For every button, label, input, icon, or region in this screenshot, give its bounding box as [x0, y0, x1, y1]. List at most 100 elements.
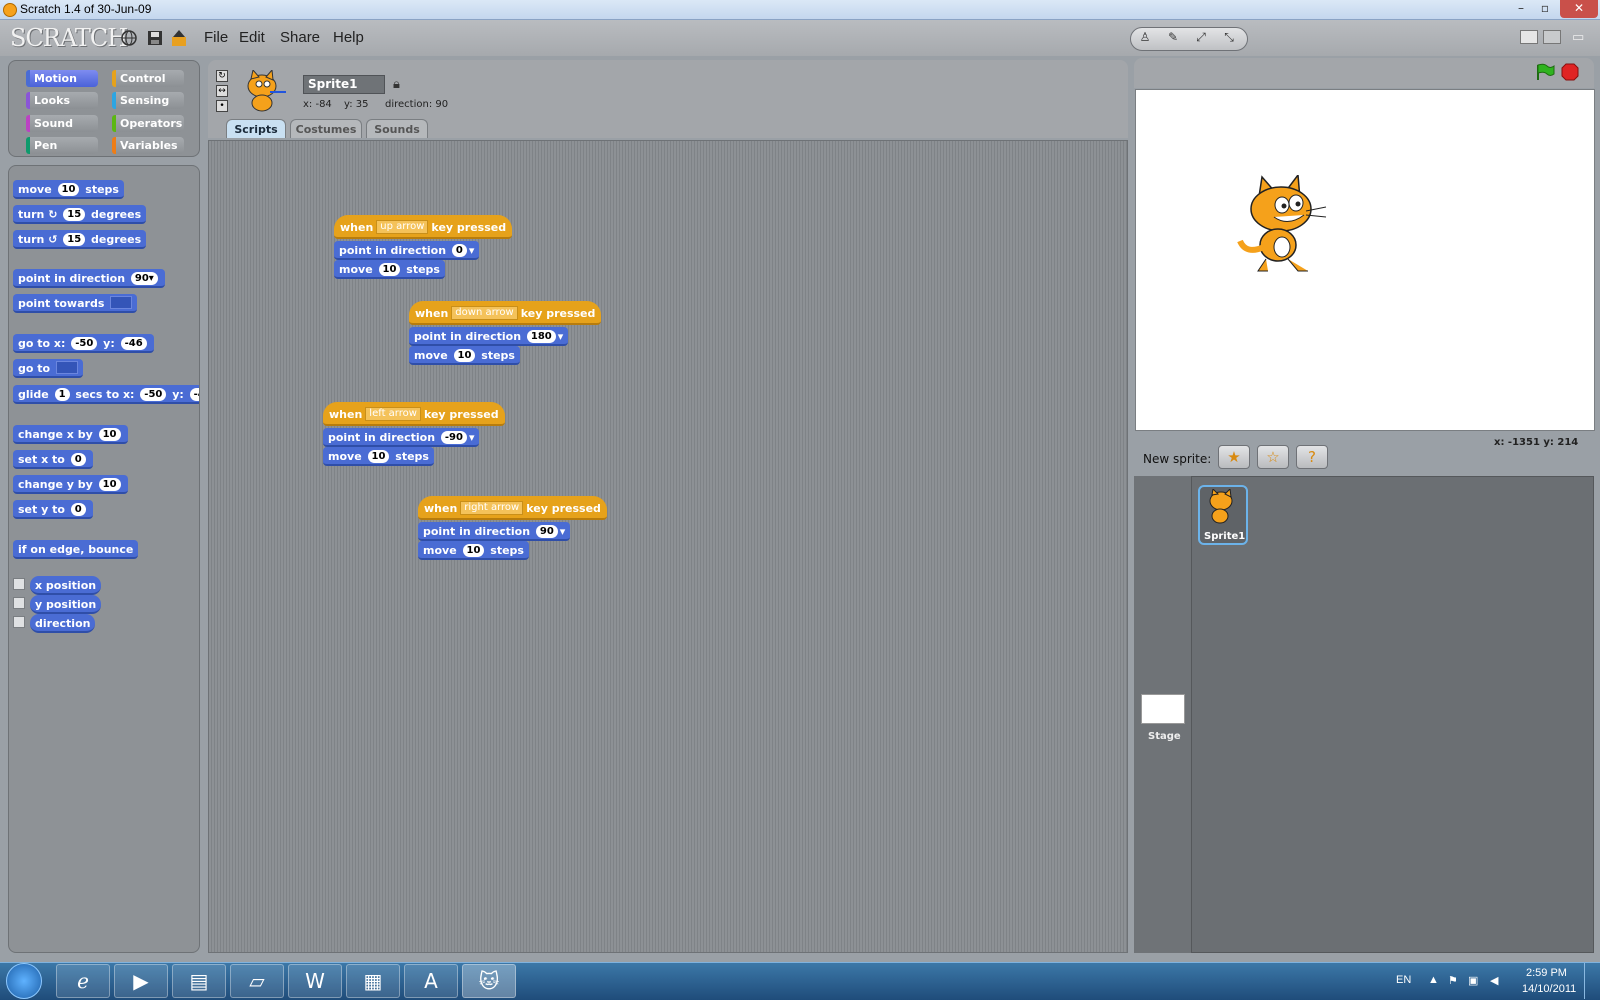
acrobat-icon[interactable]: A	[404, 964, 458, 998]
scripts-area[interactable]: when up arrow key pressed point in directi…	[208, 140, 1128, 953]
category-looks[interactable]: Looks	[26, 92, 98, 109]
internet-explorer-icon[interactable]: ℯ	[56, 964, 110, 998]
direction-checkbox[interactable]	[13, 616, 25, 628]
block-set-x[interactable]: set x to 0	[13, 450, 93, 469]
x-position-checkbox[interactable]	[13, 578, 25, 590]
block-move-10-steps[interactable]: move 10 steps	[334, 260, 445, 279]
scanner-app-icon[interactable]: ▦	[346, 964, 400, 998]
sticky-notes-icon[interactable]: ▱	[230, 964, 284, 998]
volume-icon[interactable]: ◀	[1490, 974, 1498, 987]
word-icon[interactable]: W	[288, 964, 342, 998]
category-sound[interactable]: Sound	[26, 115, 98, 132]
block-palette: move 10 steps turn ↻ 15 degrees turn ↺ 1…	[8, 165, 200, 953]
stop-sign-icon[interactable]	[1561, 63, 1579, 85]
sprite-cat[interactable]	[1236, 172, 1336, 279]
block-turn-counterclockwise[interactable]: turn ↺ 15 degrees	[13, 230, 147, 249]
category-variables[interactable]: Variables	[112, 137, 184, 154]
block-point-towards[interactable]: point towards	[13, 294, 138, 313]
category-sensing[interactable]: Sensing	[112, 92, 184, 109]
block-change-x[interactable]: change x by 10	[13, 425, 128, 444]
hat-when-left-arrow[interactable]: when left arrow key pressed	[323, 402, 505, 426]
tray-arrow-icon[interactable]: ▲	[1428, 974, 1439, 986]
wrench-icon[interactable]: ✎	[1163, 30, 1183, 48]
sprite-name-field[interactable]: Sprite1	[303, 75, 385, 94]
category-control[interactable]: Control	[112, 70, 184, 87]
scratch-taskbar-icon[interactable]: 🐱︎	[462, 964, 516, 998]
normal-stage-layout-icon[interactable]	[1543, 30, 1561, 44]
choose-sprite-from-file-button[interactable]: ☆	[1257, 445, 1289, 469]
block-glide[interactable]: glide 1 secs to x: -50 y: -46	[13, 385, 199, 404]
block-point-in-direction-neg90[interactable]: point in direction -90 ▾	[323, 428, 480, 447]
reporter-direction[interactable]: direction	[30, 614, 96, 633]
presentation-mode-icon[interactable]: ▭	[1572, 30, 1584, 45]
tab-sounds[interactable]: Sounds	[366, 119, 428, 138]
block-turn-clockwise[interactable]: turn ↻ 15 degrees	[13, 205, 147, 224]
block-move-10-steps[interactable]: move 10 steps	[418, 541, 529, 560]
paint-star-icon: ★	[1227, 448, 1241, 466]
stage-canvas[interactable]	[1135, 89, 1595, 431]
shrink-icon[interactable]: ⤡	[1219, 30, 1239, 48]
tab-costumes[interactable]: Costumes	[290, 119, 362, 138]
language-indicator[interactable]: EN	[1396, 974, 1411, 986]
rotate-style-full-icon[interactable]: ↻	[216, 70, 228, 82]
sprite-list	[1134, 476, 1594, 953]
paint-new-sprite-button[interactable]: ★	[1218, 445, 1250, 469]
menu-file[interactable]: File	[204, 29, 228, 46]
category-pen[interactable]: Pen	[26, 137, 98, 154]
start-button[interactable]	[6, 963, 42, 999]
mouse-coordinates: x: -1351 y: 214	[1494, 437, 1579, 448]
sprite-thumb-label: Sprite1	[1204, 531, 1246, 542]
category-panel: Motion Control Looks Sensing Sound Opera…	[8, 60, 200, 157]
reporter-x-position[interactable]: x position	[30, 576, 102, 595]
block-go-to[interactable]: go to	[13, 359, 83, 378]
block-set-y[interactable]: set y to 0	[13, 500, 93, 519]
person-icon[interactable]: ♙	[1135, 30, 1155, 48]
network-icon[interactable]: ▣	[1468, 974, 1478, 987]
share-upload-icon[interactable]	[170, 29, 188, 47]
block-move-10-steps[interactable]: move 10 steps	[409, 346, 520, 365]
sprite-y-readout: y: 35	[344, 99, 369, 110]
menu-help[interactable]: Help	[333, 29, 364, 46]
show-desktop-button[interactable]	[1584, 963, 1598, 999]
block-move-steps[interactable]: move 10 steps	[13, 180, 124, 199]
grow-icon[interactable]: ⤢	[1191, 30, 1211, 48]
sprite-thumbnail-sprite1[interactable]: Sprite1	[1198, 485, 1248, 545]
lock-icon[interactable]: 🔒︎	[393, 77, 400, 92]
green-flag-icon[interactable]	[1535, 63, 1555, 85]
scratch-app-icon	[3, 3, 17, 17]
block-point-in-direction[interactable]: point in direction 90▾	[13, 269, 165, 288]
save-icon[interactable]	[146, 29, 164, 47]
block-point-in-direction-90[interactable]: point in direction 90 ▾	[418, 522, 571, 541]
hat-when-right-arrow[interactable]: when right arrow key pressed	[418, 496, 607, 520]
small-stage-layout-icon[interactable]	[1520, 30, 1538, 44]
globe-language-icon[interactable]	[120, 29, 138, 47]
clock-time[interactable]: 2:59 PM	[1526, 967, 1567, 979]
stage-thumbnail[interactable]	[1141, 694, 1185, 724]
clock-date[interactable]: 14/10/2011	[1522, 983, 1576, 995]
menu-share[interactable]: Share	[280, 29, 320, 46]
block-move-10-steps[interactable]: move 10 steps	[323, 447, 434, 466]
file-explorer-icon[interactable]: ▤	[172, 964, 226, 998]
menu-edit[interactable]: Edit	[239, 29, 265, 46]
reporter-y-position[interactable]: y position	[30, 595, 102, 614]
rotate-style-flip-icon[interactable]: ↔	[216, 85, 228, 97]
y-position-checkbox[interactable]	[13, 597, 25, 609]
hat-when-up-arrow[interactable]: when up arrow key pressed	[334, 215, 513, 239]
category-motion[interactable]: Motion	[26, 70, 98, 87]
action-center-icon[interactable]: ⚑	[1448, 974, 1458, 987]
block-point-in-direction-180[interactable]: point in direction 180 ▾	[409, 327, 569, 346]
tab-scripts[interactable]: Scripts	[226, 119, 286, 138]
stage-mode-buttons: ♙ ✎ ⤢ ⤡	[1130, 27, 1248, 51]
block-change-y[interactable]: change y by 10	[13, 475, 128, 494]
minimize-button[interactable]: –	[1510, 0, 1532, 18]
hat-when-down-arrow[interactable]: when down arrow key pressed	[409, 301, 602, 325]
random-sprite-button[interactable]: ?	[1296, 445, 1328, 469]
block-if-on-edge-bounce[interactable]: if on edge, bounce	[13, 540, 139, 559]
rotate-style-none-icon[interactable]: •	[216, 100, 228, 112]
category-operators[interactable]: Operators	[112, 115, 184, 132]
media-player-icon[interactable]: ▶	[114, 964, 168, 998]
close-window-button[interactable]: ✕	[1560, 0, 1598, 18]
block-point-in-direction-0[interactable]: point in direction 0 ▾	[334, 241, 480, 260]
block-go-to-xy[interactable]: go to x: -50 y: -46	[13, 334, 154, 353]
maximize-button[interactable]: ▫	[1534, 0, 1556, 18]
